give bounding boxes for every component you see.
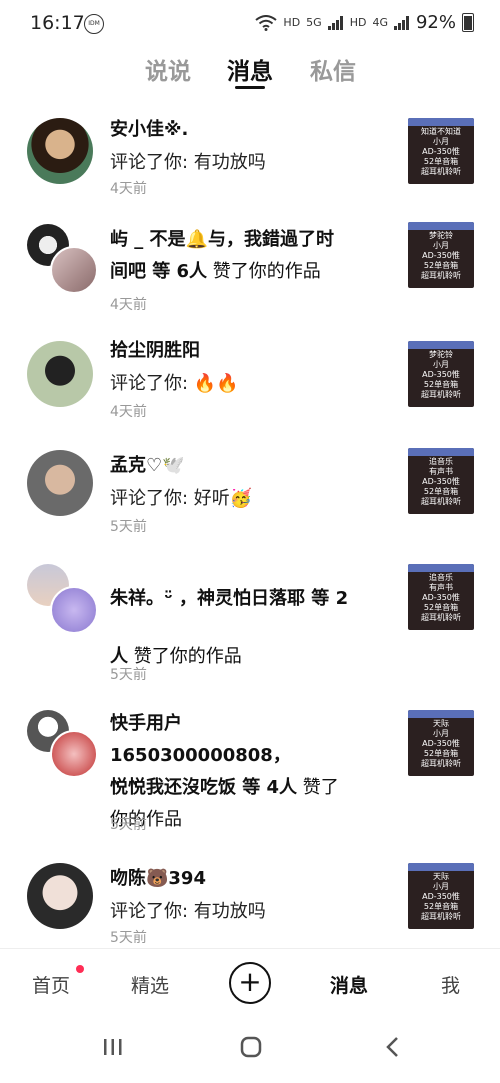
idm-icon: IDM [84, 14, 104, 34]
back-icon[interactable] [382, 1036, 404, 1058]
item-time: 4天前 [110, 181, 147, 197]
status-icons: HD 5G HD 4G 92% [255, 12, 474, 33]
item-title: 快手用户1650300000808， 悦悦我还沒吃饭 等 4人 赞了 你的作品 [110, 713, 339, 830]
nav-me[interactable]: 我 [441, 971, 460, 998]
avatar[interactable] [27, 118, 93, 184]
battery-icon [462, 13, 474, 32]
tab-shuoshuo[interactable]: 说说 [145, 52, 191, 86]
net-label-2: 4G [372, 16, 388, 29]
signal-icon-2 [393, 15, 410, 30]
work-thumbnail[interactable]: 梦驼铃 小月 AD-350惟 52单音箱 超耳机聆听 [408, 222, 474, 288]
nav-messages[interactable]: 消息 [330, 971, 368, 998]
avatar-secondary[interactable] [50, 730, 98, 778]
work-thumbnail[interactable]: 天际 小月 AD-350惟 52单音箱 超耳机聆听 [408, 863, 474, 929]
nav-home[interactable]: 首页 [32, 971, 70, 998]
item-title: 孟克♡🕊️ [110, 455, 185, 476]
item-title: 拾尘阴胜阳 [110, 340, 200, 361]
nav-featured[interactable]: 精选 [131, 971, 169, 998]
avatar-secondary[interactable] [50, 586, 98, 634]
tab-messages[interactable]: 消息 [227, 52, 273, 86]
avatar[interactable] [27, 863, 93, 929]
item-time: 4天前 [110, 297, 147, 313]
work-thumbnail[interactable]: 梦驼铃 小月 AD-350惟 52单音箱 超耳机聆听 [408, 341, 474, 407]
item-title: 吻陈🐻394 [110, 868, 206, 889]
notification-dot [76, 965, 84, 973]
system-nav-bar [0, 1018, 500, 1083]
hd-label-1: HD [283, 16, 301, 29]
item-body: 评论了你: 有功放吗 [110, 152, 266, 173]
battery-percent: 92% [415, 12, 456, 33]
avatar-secondary[interactable] [50, 246, 98, 294]
work-thumbnail[interactable]: 追音乐 有声书 AD-350惟 52单音箱 超耳机聆听 [408, 448, 474, 514]
item-time: 5天前 [110, 519, 147, 535]
top-tabs: 说说 消息 私信 [0, 52, 500, 96]
status-bar: 16:17 IDM HD 5G HD 4G 92% [0, 0, 500, 46]
status-time: 16:17 [30, 12, 85, 34]
signal-icon-1 [327, 15, 344, 30]
hd-label-2: HD [349, 16, 367, 29]
item-title: 屿 _ 不是🔔与，我錯過了时 间吧 等 6人 赞了你的作品 [110, 229, 334, 282]
home-icon[interactable] [240, 1036, 262, 1058]
net-label-1: 5G [306, 16, 322, 29]
work-thumbnail[interactable]: 知道不知道 小月 AD-350惟 52单音箱 超耳机聆听 [408, 118, 474, 184]
avatar[interactable] [27, 450, 93, 516]
item-time: 4天前 [110, 404, 147, 420]
item-title: 安小佳※. [110, 119, 189, 140]
create-button[interactable]: + [229, 962, 271, 1004]
wifi-icon [255, 14, 278, 31]
item-body: 评论了你: 有功放吗 [110, 901, 266, 922]
work-thumbnail[interactable]: 追音乐 有声书 AD-350惟 52单音箱 超耳机聆听 [408, 564, 474, 630]
item-time: 5天前 [110, 817, 147, 833]
work-thumbnail[interactable]: 天际 小月 AD-350惟 52单音箱 超耳机聆听 [408, 710, 474, 776]
avatar[interactable] [27, 341, 93, 407]
item-body: 评论了你: 🔥🔥 [110, 373, 239, 394]
item-body: 评论了你: 好听🥳 [110, 488, 253, 509]
item-title: 朱祥。ᵕ̈ ，神灵怕日落耶 等 2 人 赞了你的作品 [110, 588, 349, 667]
item-time: 5天前 [110, 930, 147, 946]
item-time: 5天前 [110, 667, 147, 683]
active-tab-indicator [235, 86, 265, 89]
recents-icon[interactable] [102, 1036, 124, 1058]
bottom-nav: 首页 精选 + 消息 我 [0, 948, 500, 1019]
tab-private-messages[interactable]: 私信 [310, 52, 356, 86]
